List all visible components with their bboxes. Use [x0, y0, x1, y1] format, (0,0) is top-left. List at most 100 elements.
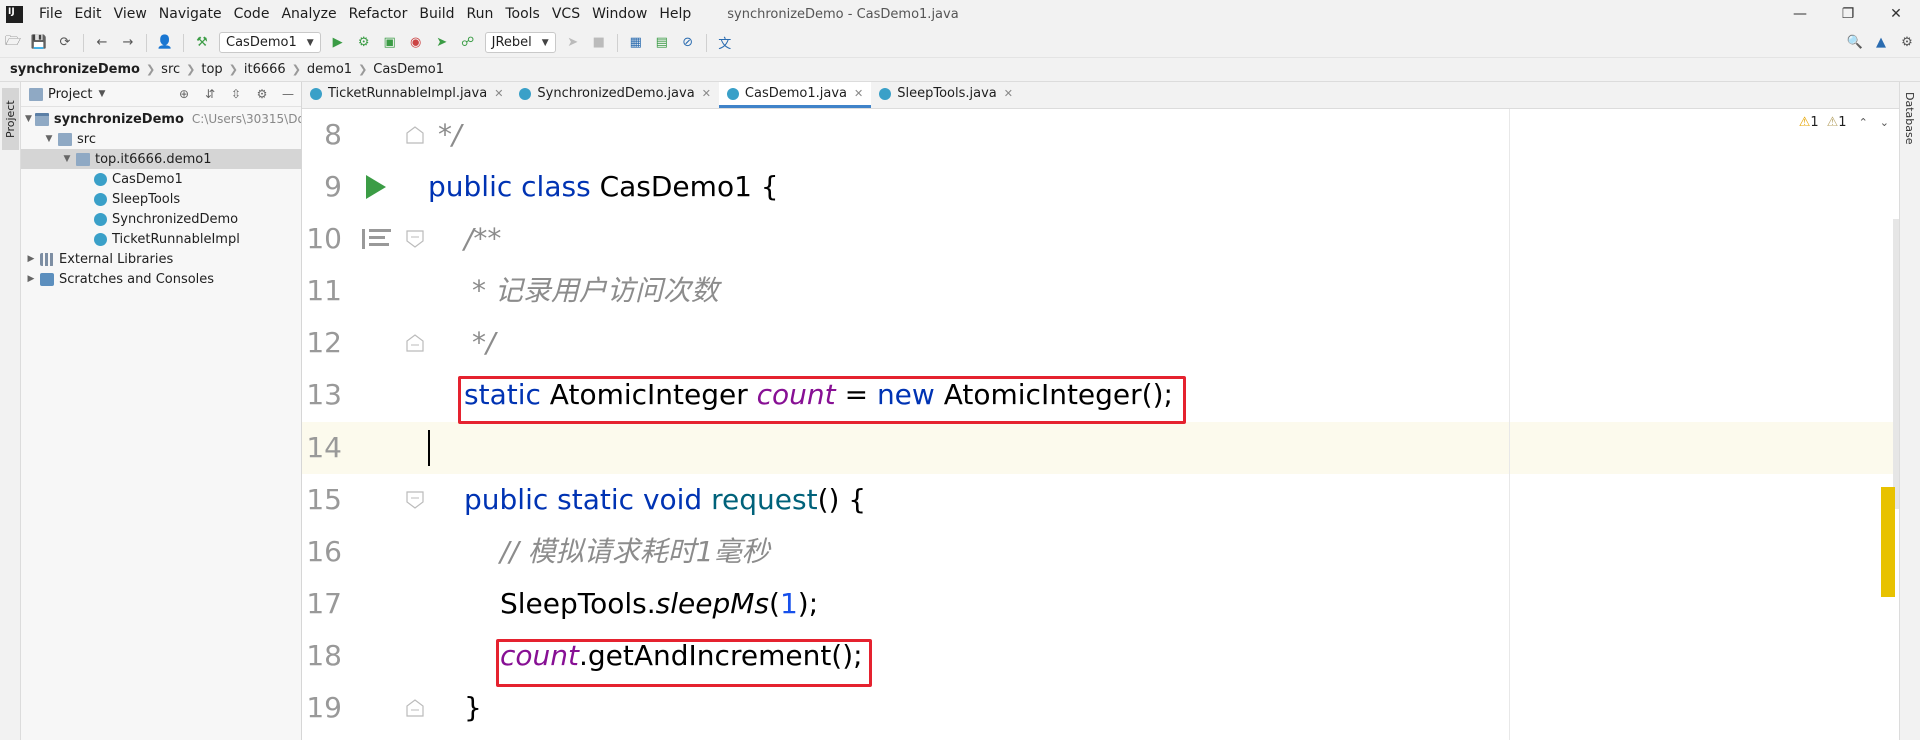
- expand-all-icon[interactable]: ⇵: [197, 87, 223, 101]
- minimize-icon[interactable]: —: [1776, 0, 1824, 28]
- chevron-down-icon[interactable]: ▼: [25, 114, 32, 124]
- project-panel: Project ▼ ⊕ ⇵ ⇳ ⚙ — ▼ synchronizeDemo C:…: [21, 82, 302, 740]
- tree-item-scratches[interactable]: ▶ Scratches and Consoles: [21, 269, 301, 289]
- settings-gear-icon[interactable]: ⚙: [1896, 32, 1918, 54]
- menu-view[interactable]: View: [108, 0, 153, 28]
- user-icon[interactable]: 👤: [154, 32, 176, 54]
- jrebel-select[interactable]: JRebel ▼: [484, 32, 556, 53]
- tree-item-package[interactable]: ▼ top.it6666.demo1: [21, 149, 301, 169]
- code-line-9: 9 public class CasDemo1 {: [302, 161, 1899, 213]
- disable-icon[interactable]: ⊘: [677, 32, 699, 54]
- sync-icon[interactable]: ⟳: [54, 32, 76, 54]
- back-arrow-icon[interactable]: ←: [91, 32, 113, 54]
- hide-panel-icon[interactable]: —: [275, 87, 301, 101]
- open-folder-icon[interactable]: 🗁: [2, 32, 24, 54]
- module-icon: [34, 112, 49, 126]
- run-config-select[interactable]: CasDemo1 ▼: [219, 32, 321, 53]
- jrebel-run-icon[interactable]: ➤: [431, 32, 453, 54]
- debug-icon[interactable]: ⚙: [353, 32, 375, 54]
- project-tool-tab[interactable]: Project: [2, 88, 19, 150]
- tree-item-label: Scratches and Consoles: [59, 271, 215, 287]
- vm-monitor-icon[interactable]: ▤: [651, 32, 673, 54]
- close-icon[interactable]: ✕: [854, 87, 863, 100]
- tree-item-synchronizeddemo[interactable]: SynchronizedDemo: [21, 209, 301, 229]
- stop-icon[interactable]: ■: [588, 32, 610, 54]
- chevron-down-icon[interactable]: ▼: [43, 134, 55, 144]
- chevron-right-icon[interactable]: ▶: [25, 254, 37, 264]
- restore-icon[interactable]: ❐: [1824, 0, 1872, 28]
- menu-analyze[interactable]: Analyze: [275, 0, 342, 28]
- tree-item-casdemo1[interactable]: CasDemo1: [21, 169, 301, 189]
- tree-item-ticketrunnableimpl[interactable]: TicketRunnableImpl: [21, 229, 301, 249]
- close-icon[interactable]: ✕: [702, 87, 711, 100]
- render-doc-icon[interactable]: [362, 227, 392, 251]
- search-icon[interactable]: 🔍: [1844, 32, 1866, 54]
- database-tool-tab[interactable]: Database: [1903, 92, 1916, 145]
- breadcrumb-project[interactable]: synchronizeDemo: [10, 62, 140, 77]
- menu-file[interactable]: File: [33, 0, 68, 28]
- save-all-icon[interactable]: 💾: [28, 32, 50, 54]
- tree-item-label: synchronizeDemo: [53, 111, 184, 127]
- tree-item-synchronizedemo[interactable]: ▼ synchronizeDemo C:\Users\30315\Dow: [21, 109, 301, 129]
- run-config-label: CasDemo1: [226, 35, 297, 50]
- line-number: 15: [306, 483, 342, 516]
- code-editor[interactable]: ⚠ 1 ⚠ 1 ⌃ ⌄ 8 */ 9 public class CasDemo1…: [302, 109, 1899, 740]
- tree-item-sleeptools[interactable]: SleepTools: [21, 189, 301, 209]
- menu-help[interactable]: Help: [653, 0, 697, 28]
- close-icon[interactable]: ✕: [1004, 87, 1013, 100]
- breadcrumb-top[interactable]: top: [201, 62, 222, 77]
- breadcrumb-it6666[interactable]: it6666: [244, 62, 286, 77]
- menu-tools[interactable]: Tools: [499, 0, 546, 28]
- fold-end-icon[interactable]: [405, 698, 425, 718]
- code-text: SleepTools.sleepMs(1);: [500, 587, 819, 620]
- menu-build[interactable]: Build: [413, 0, 460, 28]
- tab-synchronizeddemo[interactable]: SynchronizedDemo.java ✕: [511, 82, 719, 108]
- coverage-icon[interactable]: ▣: [379, 32, 401, 54]
- breadcrumb-casdemo1[interactable]: CasDemo1: [373, 62, 444, 77]
- profile-icon[interactable]: ◉: [405, 32, 427, 54]
- fold-end-icon[interactable]: [405, 125, 425, 145]
- locate-icon[interactable]: ⊕: [171, 87, 197, 101]
- breadcrumb-separator: ❯: [186, 63, 196, 76]
- tab-ticketrunnableimpl[interactable]: TicketRunnableImpl.java ✕: [302, 82, 511, 108]
- line-number: 19: [306, 691, 342, 724]
- build-hammer-icon[interactable]: ⚒: [191, 32, 213, 54]
- class-icon: [519, 87, 532, 100]
- menu-navigate[interactable]: Navigate: [153, 0, 228, 28]
- tree-item-external-libraries[interactable]: ▶ External Libraries: [21, 249, 301, 269]
- fold-start-icon[interactable]: [405, 229, 425, 249]
- jrebel-update-icon[interactable]: ➤: [562, 32, 584, 54]
- settings-gear-icon[interactable]: ⚙: [249, 87, 275, 101]
- code-line-19: 19 }: [302, 682, 1899, 734]
- fold-start-icon[interactable]: [405, 490, 425, 510]
- jrebel-debug-icon[interactable]: ☍: [457, 32, 479, 54]
- menu-window[interactable]: Window: [586, 0, 653, 28]
- run-gutter-icon[interactable]: [366, 175, 386, 199]
- tree-item-src[interactable]: ▼ src: [21, 129, 301, 149]
- menu-refactor[interactable]: Refactor: [343, 0, 414, 28]
- project-panel-title[interactable]: Project: [48, 87, 92, 102]
- update-icon[interactable]: ▲: [1870, 32, 1892, 54]
- translate-icon[interactable]: 文: [714, 32, 736, 54]
- breadcrumb-src[interactable]: src: [161, 62, 180, 77]
- tab-sleeptools[interactable]: SleepTools.java ✕: [871, 82, 1021, 108]
- line-number: 12: [306, 326, 342, 359]
- menu-edit[interactable]: Edit: [68, 0, 107, 28]
- close-icon[interactable]: ✕: [494, 87, 503, 100]
- tab-casdemo1[interactable]: CasDemo1.java ✕: [718, 82, 872, 108]
- menu-run[interactable]: Run: [461, 0, 500, 28]
- main-toolbar: 🗁 💾 ⟳ ← → 👤 ⚒ CasDemo1 ▼ ▶ ⚙ ▣ ◉ ➤ ☍ JRe…: [0, 28, 1920, 58]
- chevron-down-icon[interactable]: ▼: [61, 154, 73, 164]
- run-icon[interactable]: ▶: [327, 32, 349, 54]
- chevron-right-icon[interactable]: ▶: [25, 274, 37, 284]
- menu-code[interactable]: Code: [228, 0, 276, 28]
- menu-vcs[interactable]: VCS: [546, 0, 586, 28]
- chevron-down-icon[interactable]: ▼: [98, 89, 105, 99]
- project-structure-icon[interactable]: ▦: [625, 32, 647, 54]
- collapse-all-icon[interactable]: ⇳: [223, 87, 249, 101]
- breadcrumb-demo1[interactable]: demo1: [307, 62, 352, 77]
- fold-end-icon[interactable]: [405, 333, 425, 353]
- forward-arrow-icon[interactable]: →: [117, 32, 139, 54]
- close-icon[interactable]: ✕: [1872, 0, 1920, 28]
- class-icon: [879, 87, 892, 100]
